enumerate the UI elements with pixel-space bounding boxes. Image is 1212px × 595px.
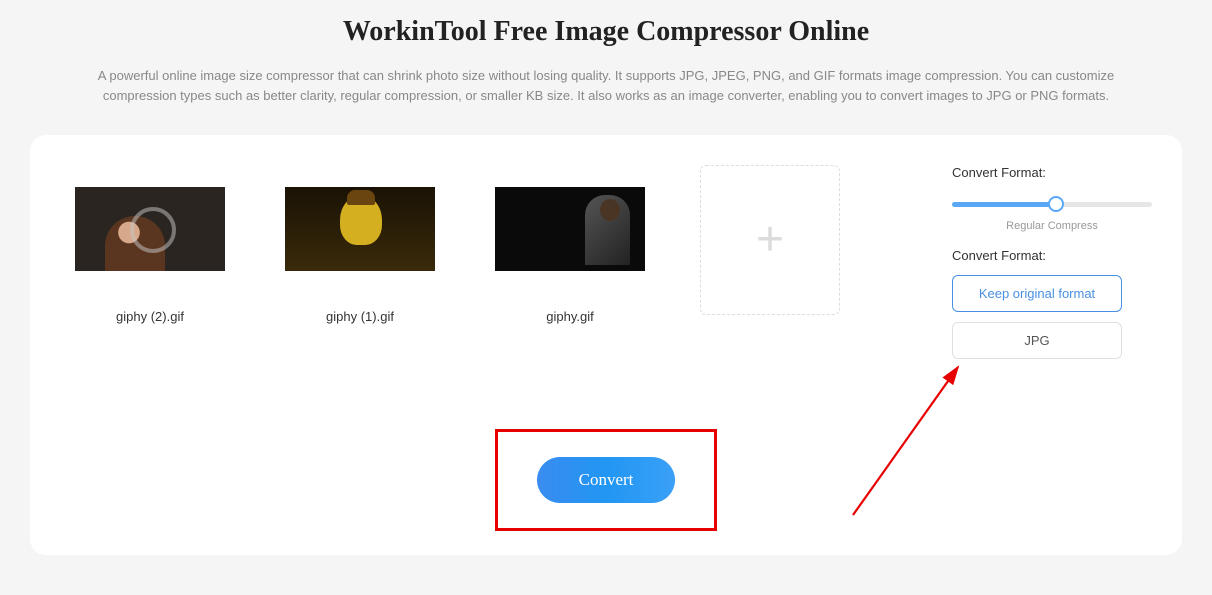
slider-fill <box>952 202 1054 207</box>
slider-thumb[interactable] <box>1048 196 1064 212</box>
main-card: giphy (2).gif giphy (1).gif giphy.gif + … <box>30 135 1182 555</box>
file-item[interactable]: giphy.gif <box>480 165 660 324</box>
format-option-keep[interactable]: Keep original format <box>952 275 1122 312</box>
compress-slider[interactable] <box>952 194 1152 216</box>
format-label: Convert Format: <box>952 248 1152 263</box>
file-name: giphy (2).gif <box>60 309 240 324</box>
plus-icon: + <box>756 216 784 264</box>
file-name: giphy.gif <box>480 309 660 324</box>
add-file-button[interactable]: + <box>700 165 840 315</box>
convert-area: Convert <box>495 429 717 531</box>
thumbnail-image <box>75 187 225 271</box>
convert-button[interactable]: Convert <box>537 457 676 503</box>
file-thumbnails: giphy (2).gif giphy (1).gif giphy.gif + <box>60 165 932 324</box>
compress-label: Convert Format: <box>952 165 1152 180</box>
file-item[interactable]: giphy (1).gif <box>270 165 450 324</box>
slider-value-label: Regular Compress <box>952 220 1152 232</box>
file-item[interactable]: giphy (2).gif <box>60 165 240 324</box>
options-sidebar: Convert Format: Regular Compress Convert… <box>952 165 1152 369</box>
page-title: WorkinTool Free Image Compressor Online <box>0 16 1212 48</box>
thumbnail-image <box>285 187 435 271</box>
file-name: giphy (1).gif <box>270 309 450 324</box>
page-description: A powerful online image size compressor … <box>61 66 1151 105</box>
thumbnail-image <box>495 187 645 271</box>
format-option-jpg[interactable]: JPG <box>952 322 1122 359</box>
